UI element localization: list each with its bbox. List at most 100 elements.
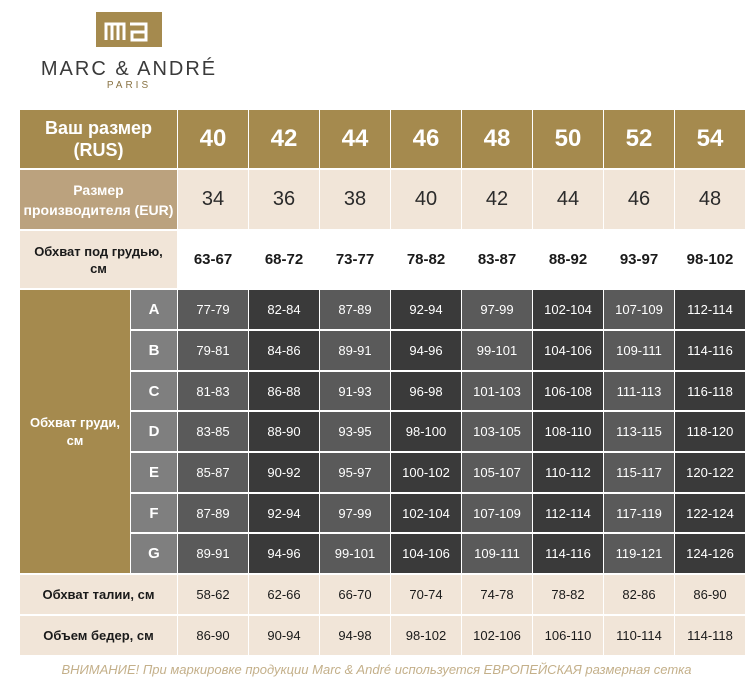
bust-cell: 104-106 xyxy=(533,331,603,370)
bust-cell: 85-87 xyxy=(178,453,248,492)
bust-cell: 103-105 xyxy=(462,412,532,451)
bust-cell: 79-81 xyxy=(178,331,248,370)
bust-cell: 108-110 xyxy=(533,412,603,451)
bust-cell: 112-114 xyxy=(533,494,603,532)
cup-letter-cell: E xyxy=(131,453,177,492)
bust-cell: 111-113 xyxy=(604,372,674,410)
rus-size-cell: 44 xyxy=(320,110,390,168)
cup-letter-cell: D xyxy=(131,412,177,451)
eur-size-cell: 42 xyxy=(462,170,532,229)
rus-size-cell: 42 xyxy=(249,110,319,168)
bust-cell: 105-107 xyxy=(462,453,532,492)
waist-cell: 66-70 xyxy=(320,575,390,614)
waist-cell: 82-86 xyxy=(604,575,674,614)
bust-cell: 92-94 xyxy=(391,290,461,329)
bust-cell: 124-126 xyxy=(675,534,745,573)
brand-logo xyxy=(96,12,162,47)
hips-cell: 86-90 xyxy=(178,616,248,655)
bust-cell: 119-121 xyxy=(604,534,674,573)
waist-cell: 58-62 xyxy=(178,575,248,614)
bust-cell: 114-116 xyxy=(675,331,745,370)
rus-size-cell: 46 xyxy=(391,110,461,168)
waist-cell: 70-74 xyxy=(391,575,461,614)
bust-cell: 110-112 xyxy=(533,453,603,492)
ma-monogram-icon xyxy=(104,22,148,42)
bust-cell: 112-114 xyxy=(675,290,745,329)
waist-cell: 86-90 xyxy=(675,575,745,614)
bust-cell: 84-86 xyxy=(249,331,319,370)
hips-cell: 94-98 xyxy=(320,616,390,655)
rus-size-cell: 52 xyxy=(604,110,674,168)
bust-cell: 116-118 xyxy=(675,372,745,410)
bust-cell: 93-95 xyxy=(320,412,390,451)
bust-cell: 107-109 xyxy=(604,290,674,329)
size-chart-table: Ваш размер (RUS) 40 42 44 46 48 50 52 54 Размер … xyxy=(20,110,745,655)
bust-cell: 115-117 xyxy=(604,453,674,492)
eur-size-cell: 46 xyxy=(604,170,674,229)
underbust-cell: 98-102 xyxy=(675,231,745,288)
bust-cell: 97-99 xyxy=(320,494,390,532)
hips-cell: 90-94 xyxy=(249,616,319,655)
underbust-cell: 63-67 xyxy=(178,231,248,288)
bust-cell: 90-92 xyxy=(249,453,319,492)
eur-size-label: Размер производителя (EUR) xyxy=(20,170,177,229)
cup-letter-cell: C xyxy=(131,372,177,410)
rus-size-cell: 40 xyxy=(178,110,248,168)
bust-cell: 81-83 xyxy=(178,372,248,410)
underbust-cell: 93-97 xyxy=(604,231,674,288)
bust-cell: 113-115 xyxy=(604,412,674,451)
bust-label: Обхват груди, см xyxy=(20,290,130,573)
hips-cell: 114-118 xyxy=(675,616,745,655)
bust-cell: 95-97 xyxy=(320,453,390,492)
bust-cell: 96-98 xyxy=(391,372,461,410)
hips-cell: 98-102 xyxy=(391,616,461,655)
underbust-cell: 88-92 xyxy=(533,231,603,288)
waist-cell: 62-66 xyxy=(249,575,319,614)
bust-cell: 94-96 xyxy=(391,331,461,370)
eur-size-cell: 36 xyxy=(249,170,319,229)
bust-cell: 107-109 xyxy=(462,494,532,532)
eur-size-cell: 34 xyxy=(178,170,248,229)
cup-letter-cell: A xyxy=(131,290,177,329)
bust-cell: 102-104 xyxy=(391,494,461,532)
bust-cell: 94-96 xyxy=(249,534,319,573)
bust-cell: 109-111 xyxy=(462,534,532,573)
bust-cell: 92-94 xyxy=(249,494,319,532)
hips-cell: 110-114 xyxy=(604,616,674,655)
bust-cell: 77-79 xyxy=(178,290,248,329)
bust-cell: 100-102 xyxy=(391,453,461,492)
your-size-header: Ваш размер (RUS) xyxy=(20,110,177,168)
bust-cell: 117-119 xyxy=(604,494,674,532)
eur-size-cell: 44 xyxy=(533,170,603,229)
waist-label: Обхват талии, см xyxy=(20,575,177,614)
cup-letter-cell: B xyxy=(131,331,177,370)
cup-letter-cell: G xyxy=(131,534,177,573)
underbust-cell: 83-87 xyxy=(462,231,532,288)
bust-cell: 99-101 xyxy=(320,534,390,573)
bust-cell: 101-103 xyxy=(462,372,532,410)
rus-size-cell: 54 xyxy=(675,110,745,168)
brand-city: PARIS xyxy=(106,80,152,91)
bust-cell: 87-89 xyxy=(320,290,390,329)
bust-cell: 114-116 xyxy=(533,534,603,573)
bust-cell: 109-111 xyxy=(604,331,674,370)
bust-cell: 99-101 xyxy=(462,331,532,370)
bust-cell: 87-89 xyxy=(178,494,248,532)
rus-size-cell: 48 xyxy=(462,110,532,168)
underbust-label: Обхват под грудью, см xyxy=(20,231,177,288)
bust-cell: 104-106 xyxy=(391,534,461,573)
bust-cell: 122-124 xyxy=(675,494,745,532)
bust-cell: 86-88 xyxy=(249,372,319,410)
bust-cell: 89-91 xyxy=(178,534,248,573)
bust-cell: 120-122 xyxy=(675,453,745,492)
underbust-cell: 73-77 xyxy=(320,231,390,288)
bust-cell: 82-84 xyxy=(249,290,319,329)
bust-cell: 98-100 xyxy=(391,412,461,451)
bust-cell: 89-91 xyxy=(320,331,390,370)
underbust-cell: 68-72 xyxy=(249,231,319,288)
underbust-cell: 78-82 xyxy=(391,231,461,288)
cup-letter-cell: F xyxy=(131,494,177,532)
eur-size-cell: 40 xyxy=(391,170,461,229)
bust-cell: 97-99 xyxy=(462,290,532,329)
hips-label: Объем бедер, см xyxy=(20,616,177,655)
